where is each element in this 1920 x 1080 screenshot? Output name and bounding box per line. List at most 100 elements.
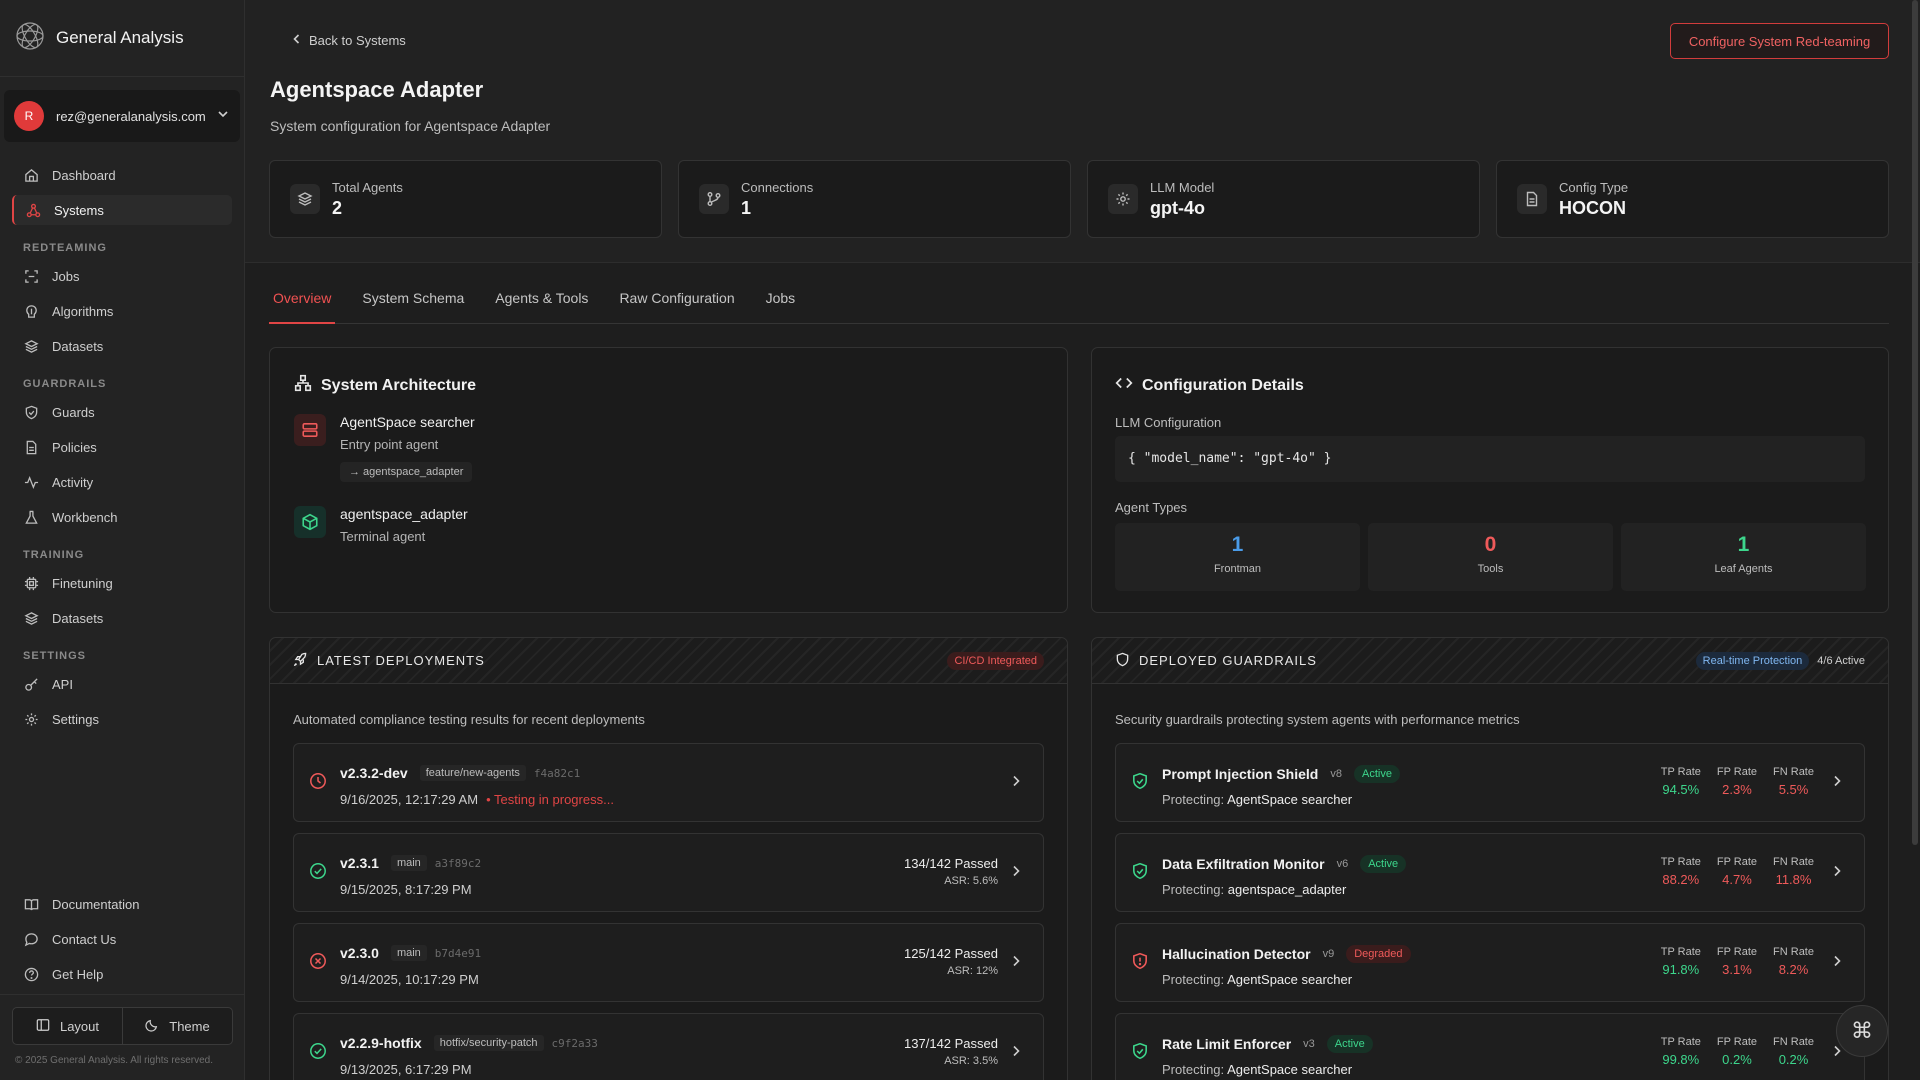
chevron-right-icon	[1009, 1044, 1023, 1063]
protected-agent: AgentSpace searcher	[1227, 972, 1353, 987]
type-label: Frontman	[1213, 563, 1262, 575]
back-label: Back to Systems	[309, 33, 406, 48]
asr-value: ASR: 3.5%	[944, 1055, 998, 1067]
guardrail-row[interactable]: Rate Limit Enforcer v3 Active Protecting…	[1115, 1013, 1865, 1080]
guardrail-metrics: TP Rate 94.5% FP Rate 2.3% FN Rate 5.5%	[1661, 766, 1814, 797]
tab-overview[interactable]: Overview	[269, 282, 336, 324]
protecting-info: Protecting: AgentSpace searcher	[1162, 1062, 1353, 1077]
metric-fp: FP Rate 0.2%	[1716, 1036, 1758, 1067]
document-icon	[23, 439, 39, 455]
page-scrollbar[interactable]	[1912, 0, 1918, 845]
chevron-right-icon	[1009, 774, 1023, 793]
nav-settings[interactable]: Settings	[12, 704, 232, 734]
nav-guards[interactable]: Guards	[12, 397, 232, 427]
configure-redteaming-button[interactable]: Configure System Red-teaming	[1670, 23, 1889, 59]
stats-row: Total Agents 2 Connections 1 LLM Model gpt-…	[269, 160, 1889, 238]
nav-label: Policies	[52, 439, 97, 455]
chat-icon	[23, 931, 39, 947]
nav-workbench[interactable]: Workbench	[12, 502, 232, 532]
metric-tp: TP Rate 91.8%	[1660, 946, 1701, 977]
deployment-date: 9/16/2025, 12:17:29 AM	[340, 792, 479, 807]
command-icon: ⌘	[1851, 1018, 1873, 1043]
guardrail-version: v8	[1330, 768, 1342, 780]
nav-api[interactable]: API	[12, 669, 232, 699]
view-controls: Layout Theme	[12, 1007, 233, 1045]
nav-help[interactable]: Get Help	[12, 959, 233, 989]
tab-raw-configuration[interactable]: Raw Configuration	[615, 282, 738, 324]
guardrail-row[interactable]: Hallucination Detector v9 Degraded Prote…	[1115, 923, 1865, 1002]
nav-systems[interactable]: Systems	[12, 195, 232, 225]
nav-finetuning[interactable]: Finetuning	[12, 568, 232, 598]
deployment-title: v2.3.2-dev feature/new-agents f4a82c1	[340, 765, 580, 781]
page-title: Agentspace Adapter	[270, 77, 484, 102]
tab-system-schema[interactable]: System Schema	[358, 282, 468, 324]
deployment-version: v2.3.0	[340, 945, 379, 961]
nav-algorithms[interactable]: Algorithms	[12, 296, 232, 326]
llm-config-code: { "model_name": "gpt-4o" }	[1115, 436, 1865, 482]
command-palette-button[interactable]: ⌘	[1836, 1005, 1888, 1057]
panel-title: LATEST DEPLOYMENTS	[293, 652, 485, 670]
tab-agents-tools[interactable]: Agents & Tools	[491, 282, 592, 324]
chevron-right-icon	[1009, 954, 1023, 973]
guardrail-row[interactable]: Prompt Injection Shield v8 Active Protec…	[1115, 743, 1865, 822]
x-circle-icon	[309, 952, 327, 975]
account-switcher[interactable]: R rez@generalanalysis.com	[4, 90, 240, 142]
nav-jobs[interactable]: Jobs	[12, 261, 232, 291]
nav-documentation[interactable]: Documentation	[12, 889, 233, 919]
logo-icon	[14, 20, 46, 57]
panel-title: DEPLOYED GUARDRAILS	[1115, 652, 1317, 670]
agent-node[interactable]: agentspace_adapter Terminal agent	[294, 506, 468, 544]
guardrail-row[interactable]: Data Exfiltration Monitor v6 Active Prot…	[1115, 833, 1865, 912]
book-icon	[23, 896, 39, 912]
theme-button[interactable]: Theme	[123, 1007, 233, 1045]
nav-contact[interactable]: Contact Us	[12, 924, 233, 954]
metric-tp: TP Rate 99.8%	[1660, 1036, 1701, 1067]
deployment-title: v2.2.9-hotfix hotfix/security-patch c9f2…	[340, 1035, 598, 1051]
deployment-row[interactable]: v2.2.9-hotfix hotfix/security-patch c9f2…	[293, 1013, 1044, 1080]
testing-progress: • Testing in progress...	[486, 792, 614, 807]
moon-icon	[145, 1018, 159, 1035]
check-circle-icon	[309, 1042, 327, 1065]
layout-button[interactable]: Layout	[12, 1007, 123, 1045]
nav-label: Activity	[52, 474, 94, 490]
guardrail-metrics: TP Rate 99.8% FP Rate 0.2% FN Rate 0.2%	[1661, 1036, 1814, 1067]
agent-node[interactable]: AgentSpace searcher Entry point agent → …	[294, 414, 475, 482]
page-header: Back to Systems Configure System Red-tea…	[245, 0, 1920, 263]
nav-label: Jobs	[52, 268, 80, 284]
tab-jobs[interactable]: Jobs	[762, 282, 800, 324]
deployment-meta: 9/14/2025, 10:17:29 PM	[340, 972, 479, 987]
guardrail-name: Hallucination Detector	[1162, 946, 1311, 962]
type-count: 1	[1231, 533, 1244, 556]
layers-icon	[23, 338, 39, 354]
deployment-row[interactable]: v2.3.0 main b7d4e91 9/14/2025, 10:17:29 …	[293, 923, 1044, 1002]
metric-fn: FN Rate 0.2%	[1773, 1036, 1814, 1067]
realtime-badge: Real-time Protection	[1695, 651, 1810, 670]
card-title: System Architecture	[294, 374, 476, 397]
metric-value: 2.3%	[1722, 782, 1752, 797]
git-branch-icon	[699, 184, 729, 214]
type-tools: 0 Tools	[1368, 523, 1613, 591]
brand[interactable]: General Analysis	[0, 0, 244, 77]
deployed-guardrails-card: DEPLOYED GUARDRAILS Real-time Protection…	[1091, 637, 1889, 1080]
chevron-right-icon	[1009, 864, 1023, 883]
nav-datasets[interactable]: Datasets	[12, 331, 232, 361]
nav-dashboard[interactable]: Dashboard	[12, 160, 232, 190]
protected-agent: agentspace_adapter	[1227, 882, 1347, 897]
status-badge: Active	[1326, 1035, 1373, 1053]
nav-policies[interactable]: Policies	[12, 432, 232, 462]
activity-icon	[23, 474, 39, 490]
metric-fn: FN Rate 11.8%	[1773, 856, 1814, 887]
nav-label: Guards	[52, 404, 95, 420]
deployment-version: v2.3.2-dev	[340, 765, 408, 781]
nav-label: Datasets	[52, 610, 104, 626]
deployment-row[interactable]: v2.3.1 main a3f89c2 9/15/2025, 8:17:29 P…	[293, 833, 1044, 912]
metric-fp: FP Rate 2.3%	[1716, 766, 1758, 797]
agent-name: AgentSpace searcher	[340, 414, 475, 430]
copyright: © 2025 General Analysis. All rights rese…	[15, 1055, 214, 1066]
nav-training-datasets[interactable]: Datasets	[12, 603, 232, 633]
nav-activity[interactable]: Activity	[12, 467, 232, 497]
back-link[interactable]: Back to Systems	[291, 33, 406, 48]
nav-label: Settings	[52, 711, 99, 727]
deployment-row[interactable]: v2.3.2-dev feature/new-agents f4a82c1 9/…	[293, 743, 1044, 822]
status-badge: Active	[1360, 855, 1407, 873]
